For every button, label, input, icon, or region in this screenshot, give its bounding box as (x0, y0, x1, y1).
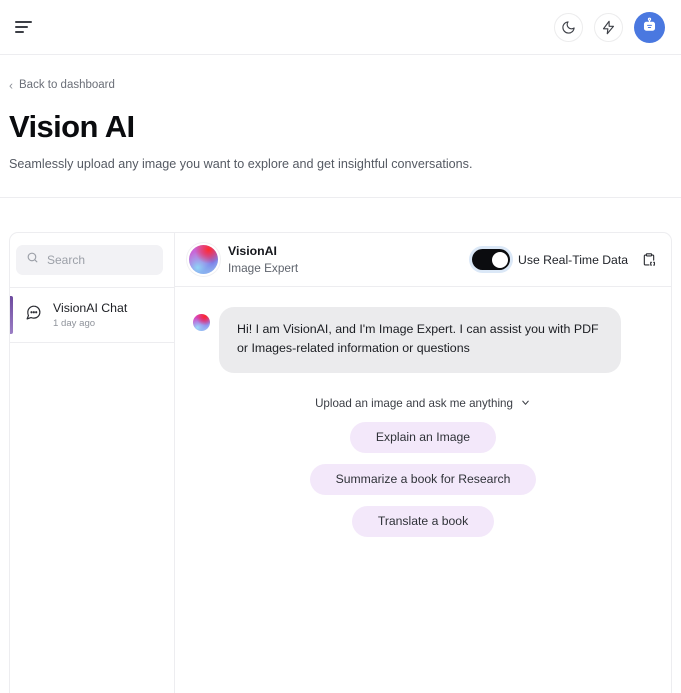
chat-list-item[interactable]: VisionAI Chat 1 day ago (10, 288, 174, 344)
realtime-data-toggle[interactable] (472, 249, 511, 271)
page-header: ‹ Back to dashboard Vision AI Seamlessly… (0, 55, 681, 173)
menu-line-1 (15, 20, 32, 23)
chevron-left-icon: ‹ (9, 78, 13, 93)
header-divider (0, 197, 681, 199)
suggestion-translate-a-book[interactable]: Translate a book (351, 506, 495, 538)
moon-icon (561, 20, 576, 35)
upload-prompt-label: Upload an image and ask me anything (315, 397, 513, 411)
message-list: Hi! I am VisionAI, and I'm Image Expert.… (175, 287, 671, 693)
chat-main-area: VisionAI Image Expert Use Real-Time Data (175, 233, 671, 693)
menu-line-3 (15, 31, 24, 34)
search-icon (26, 251, 39, 269)
user-avatar[interactable] (634, 11, 665, 43)
suggestion-summarize-a-book[interactable]: Summarize a book for Research (309, 463, 537, 496)
search-container (10, 233, 174, 287)
quick-action-button[interactable] (594, 12, 623, 42)
chat-item-name: VisionAI Chat (53, 301, 128, 316)
upload-prompt-hint[interactable]: Upload an image and ask me anything (193, 397, 653, 411)
ai-robot-avatar-icon (641, 16, 658, 38)
chat-sidebar: VisionAI Chat 1 day ago (10, 233, 175, 693)
assistant-message-bubble: Hi! I am VisionAI, and I'm Image Expert.… (219, 307, 621, 373)
search-box[interactable] (16, 245, 163, 276)
chat-header-actions: Use Real-Time Data (472, 249, 657, 271)
chat-bubble-icon (25, 304, 42, 326)
top-bar-actions (554, 11, 665, 43)
agent-role: Image Expert (228, 261, 299, 276)
agent-name: VisionAI (228, 244, 277, 259)
menu-line-2 (15, 26, 28, 28)
chat-item-texts: VisionAI Chat 1 day ago (53, 301, 127, 329)
gradient-orb-avatar (189, 245, 218, 275)
suggestion-explain-an-image[interactable]: Explain an Image (349, 421, 497, 453)
toggle-knob (491, 251, 508, 268)
hamburger-menu-icon[interactable] (12, 12, 42, 42)
realtime-data-toggle-group: Use Real-Time Data (472, 249, 628, 271)
message-avatar-orb (193, 314, 210, 332)
top-bar (0, 0, 681, 55)
page-subtitle: Seamlessly upload any image you want to … (9, 156, 473, 171)
suggestion-list: Explain an Image Summarize a book for Re… (193, 421, 653, 538)
theme-toggle-button[interactable] (554, 12, 583, 42)
back-to-dashboard-label: Back to dashboard (19, 79, 115, 92)
page-title: Vision AI (9, 109, 135, 144)
search-input[interactable] (47, 253, 153, 268)
agent-info: VisionAI Image Expert (228, 244, 298, 275)
chat-history-list: VisionAI Chat 1 day ago (10, 287, 174, 344)
lightning-bolt-icon (601, 20, 616, 35)
chat-header: VisionAI Image Expert Use Real-Time Data (175, 233, 671, 288)
back-to-dashboard-link[interactable]: ‹ Back to dashboard (9, 80, 115, 92)
message-row: Hi! I am VisionAI, and I'm Image Expert.… (193, 307, 653, 373)
clipboard-copy-icon[interactable] (641, 251, 657, 268)
chevron-down-icon (520, 397, 531, 411)
chat-item-timestamp: 1 day ago (53, 318, 96, 330)
realtime-data-label: Use Real-Time Data (518, 252, 628, 267)
chat-panel: VisionAI Chat 1 day ago VisionAI Image E… (9, 232, 672, 693)
